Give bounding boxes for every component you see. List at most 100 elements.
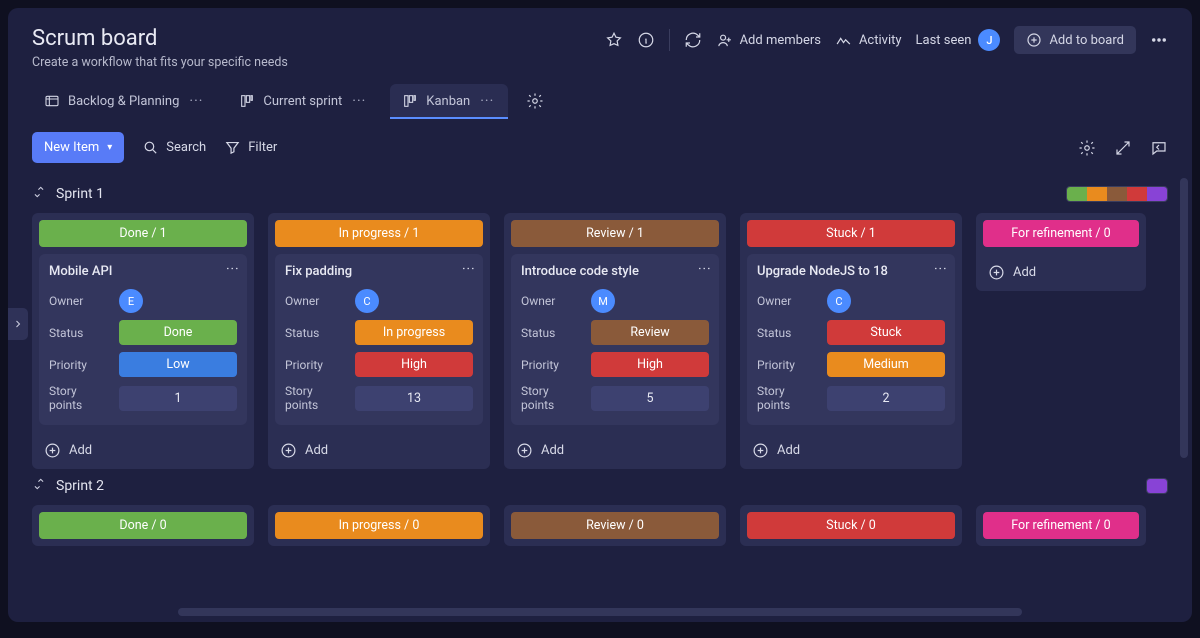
- field-label: Owner: [757, 294, 819, 308]
- status-badge[interactable]: Stuck: [827, 320, 945, 345]
- field-label: Priority: [757, 358, 819, 372]
- owner-avatar[interactable]: C: [355, 289, 379, 313]
- vertical-scrollbar[interactable]: [1180, 178, 1188, 458]
- field-label: Priority: [285, 358, 347, 372]
- priority-badge[interactable]: Low: [119, 352, 237, 377]
- tab-settings-icon[interactable]: [526, 92, 544, 110]
- sprint-name: Sprint 2: [56, 478, 104, 494]
- owner-avatar[interactable]: E: [119, 289, 143, 313]
- chevron-down-icon: ▾: [107, 142, 112, 153]
- tab-kanban[interactable]: Kanban ···: [390, 84, 508, 118]
- priority-badge[interactable]: Medium: [827, 352, 945, 377]
- tab-label: Kanban: [426, 94, 470, 109]
- add-card-button[interactable]: Add: [740, 432, 962, 469]
- field-label: Story points: [757, 384, 819, 412]
- status-badge[interactable]: Done: [119, 320, 237, 345]
- sprint-header: Sprint 2: [32, 469, 1168, 505]
- field-label: Owner: [49, 294, 111, 308]
- sprint-header: Sprint 1: [32, 177, 1168, 213]
- tab-menu-icon[interactable]: ···: [187, 93, 205, 109]
- legend-swatch: [1147, 479, 1167, 494]
- card[interactable]: Upgrade NodeJS to 18 ⋮ Owner C Status Stuc…: [747, 254, 955, 425]
- refresh-icon[interactable]: [684, 31, 702, 49]
- status-badge[interactable]: In progress: [355, 320, 473, 345]
- add-label: Add: [777, 443, 800, 458]
- tab-backlog[interactable]: Backlog & Planning ···: [32, 84, 217, 118]
- kanban-column: In progress / 0: [268, 505, 490, 546]
- kanban-column: In progress / 1 Fix padding ⋮ OwnerC Sta…: [268, 213, 490, 469]
- kanban-column: Done / 1 Mobile API ⋮ OwnerE StatusDone …: [32, 213, 254, 469]
- tab-label: Current sprint: [263, 94, 342, 109]
- column-header[interactable]: Done / 1: [39, 220, 247, 247]
- owner-avatar[interactable]: C: [827, 289, 851, 313]
- search-button[interactable]: Search: [142, 139, 206, 156]
- field-label: Story points: [285, 384, 347, 412]
- points-value[interactable]: 1: [119, 386, 237, 411]
- sidebar-expand[interactable]: [8, 308, 28, 340]
- comment-icon[interactable]: [1150, 139, 1168, 157]
- gear-icon[interactable]: [1078, 139, 1096, 157]
- column-header[interactable]: Review / 1: [511, 220, 719, 247]
- column-header[interactable]: For refinement / 0: [983, 512, 1139, 539]
- card-title: Introduce code style: [521, 264, 709, 279]
- legend-swatch: [1067, 187, 1087, 202]
- points-value[interactable]: 2: [827, 386, 945, 411]
- priority-badge[interactable]: High: [591, 352, 709, 377]
- add-card-button[interactable]: Add: [976, 254, 1146, 291]
- owner-avatar[interactable]: M: [591, 289, 615, 313]
- field-label: Status: [521, 326, 583, 340]
- tab-current-sprint[interactable]: Current sprint ···: [227, 84, 380, 118]
- info-icon[interactable]: [637, 31, 655, 49]
- add-label: Add: [1013, 265, 1036, 280]
- points-value[interactable]: 5: [591, 386, 709, 411]
- more-icon[interactable]: [1150, 31, 1168, 49]
- add-card-button[interactable]: Add: [268, 432, 490, 469]
- legend-swatch: [1127, 187, 1147, 202]
- star-icon[interactable]: [605, 31, 623, 49]
- card-menu-icon[interactable]: ⋮: [224, 262, 239, 276]
- card[interactable]: Fix padding ⋮ OwnerC StatusIn progress P…: [275, 254, 483, 425]
- horizontal-scrollbar[interactable]: [178, 608, 1022, 616]
- kanban-column: Review / 0: [504, 505, 726, 546]
- add-label: Add: [541, 443, 564, 458]
- tab-menu-icon[interactable]: ···: [350, 93, 368, 109]
- field-label: Status: [757, 326, 819, 340]
- add-members-button[interactable]: Add members: [716, 32, 821, 49]
- card-menu-icon[interactable]: ⋮: [932, 262, 947, 276]
- add-card-button[interactable]: Add: [504, 432, 726, 469]
- add-card-button[interactable]: Add: [32, 432, 254, 469]
- collapse-icon[interactable]: [32, 185, 46, 203]
- column-header[interactable]: Stuck / 1: [747, 220, 955, 247]
- column-header[interactable]: For refinement / 0: [983, 220, 1139, 247]
- add-to-board-button[interactable]: Add to board: [1014, 26, 1136, 54]
- column-header[interactable]: Review / 0: [511, 512, 719, 539]
- last-seen[interactable]: Last seen J: [916, 29, 1001, 51]
- kanban-column: Done / 0: [32, 505, 254, 546]
- avatar: J: [978, 29, 1000, 51]
- card-title: Mobile API: [49, 264, 237, 279]
- column-header[interactable]: Stuck / 0: [747, 512, 955, 539]
- new-item-button[interactable]: New Item ▾: [32, 132, 124, 163]
- priority-badge[interactable]: High: [355, 352, 473, 377]
- column-header[interactable]: In progress / 1: [275, 220, 483, 247]
- card[interactable]: Introduce code style ⋮ Owner M Status Revi…: [511, 254, 719, 425]
- card-menu-icon[interactable]: ⋮: [696, 262, 711, 276]
- page-subtitle: Create a workflow that fits your specifi…: [32, 55, 288, 70]
- collapse-icon[interactable]: [32, 477, 46, 495]
- card-title: Upgrade NodeJS to 18: [757, 264, 945, 279]
- field-label: Priority: [49, 358, 111, 372]
- field-label: Owner: [521, 294, 583, 308]
- add-members-label: Add members: [740, 33, 821, 48]
- tab-menu-icon[interactable]: ···: [478, 93, 496, 109]
- status-badge[interactable]: Review: [591, 320, 709, 345]
- legend-swatch: [1107, 187, 1127, 202]
- points-value[interactable]: 13: [355, 386, 473, 411]
- column-header[interactable]: Done / 0: [39, 512, 247, 539]
- column-header[interactable]: In progress / 0: [275, 512, 483, 539]
- columns: Done / 0 In progress / 0 Review / 0 Stuck /…: [32, 505, 1168, 546]
- card-menu-icon[interactable]: ⋮: [460, 262, 475, 276]
- expand-icon[interactable]: [1114, 139, 1132, 157]
- activity-button[interactable]: Activity: [835, 32, 902, 49]
- filter-button[interactable]: Filter: [224, 139, 277, 156]
- card[interactable]: Mobile API ⋮ OwnerE StatusDone PriorityL…: [39, 254, 247, 425]
